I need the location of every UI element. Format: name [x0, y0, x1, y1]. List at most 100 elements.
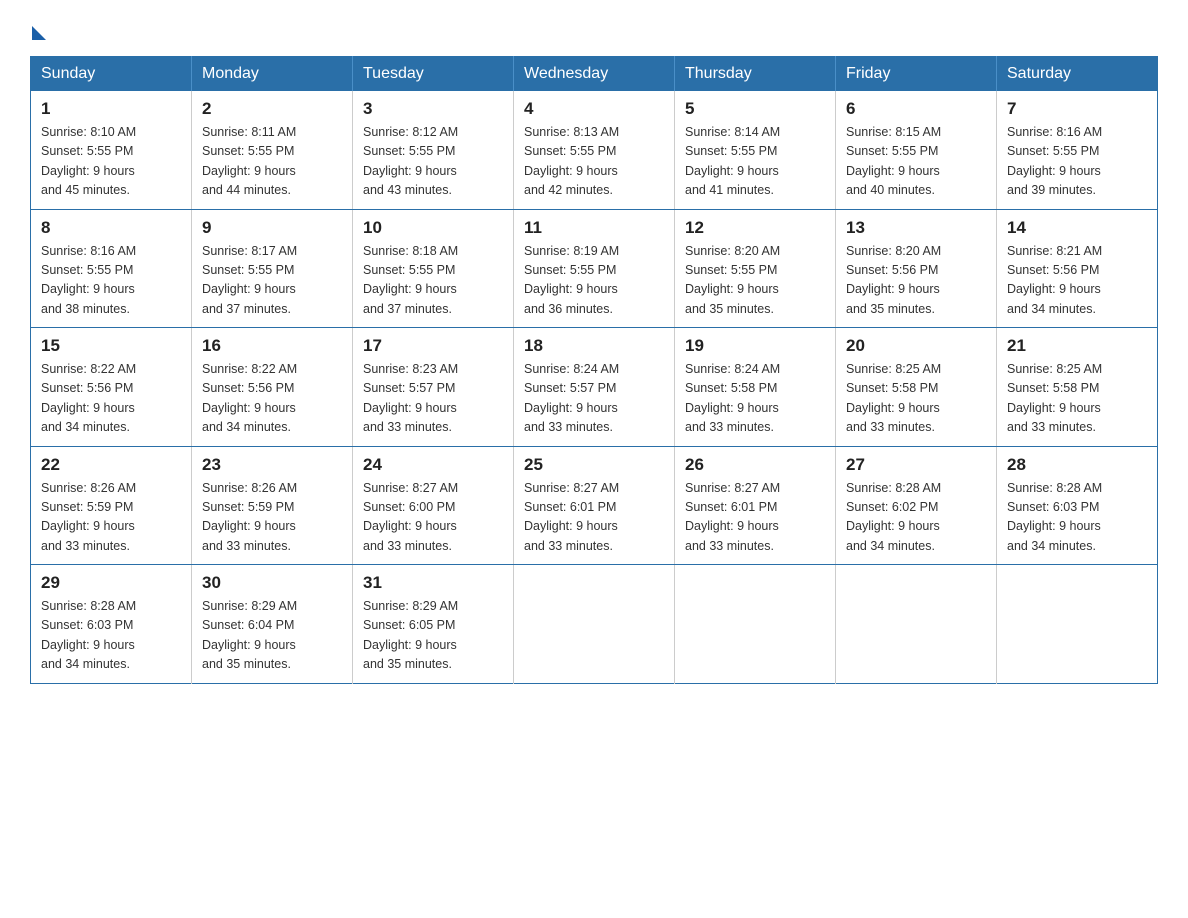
- day-cell-12: 12Sunrise: 8:20 AMSunset: 5:55 PMDayligh…: [675, 209, 836, 328]
- page-header: [30, 20, 1158, 36]
- logo: [30, 20, 46, 36]
- day-number: 29: [41, 573, 181, 593]
- day-info: Sunrise: 8:19 AMSunset: 5:55 PMDaylight:…: [524, 242, 664, 320]
- day-info: Sunrise: 8:27 AMSunset: 6:01 PMDaylight:…: [685, 479, 825, 557]
- day-info: Sunrise: 8:28 AMSunset: 6:02 PMDaylight:…: [846, 479, 986, 557]
- week-row-0: 1 Sunrise: 8:10 AMSunset: 5:55 PMDaylight…: [31, 91, 1158, 209]
- day-info: Sunrise: 8:28 AMSunset: 6:03 PMDaylight:…: [1007, 479, 1147, 557]
- day-cell-10: 10Sunrise: 8:18 AMSunset: 5:55 PMDayligh…: [353, 209, 514, 328]
- day-info: Sunrise: 8:23 AMSunset: 5:57 PMDaylight:…: [363, 360, 503, 438]
- day-number: 30: [202, 573, 342, 593]
- day-info: Sunrise: 8:24 AMSunset: 5:57 PMDaylight:…: [524, 360, 664, 438]
- day-number: 23: [202, 455, 342, 475]
- empty-cell: [997, 565, 1158, 684]
- day-number: 5: [685, 99, 825, 119]
- day-number: 20: [846, 336, 986, 356]
- day-info: Sunrise: 8:25 AMSunset: 5:58 PMDaylight:…: [1007, 360, 1147, 438]
- day-cell-28: 28 Sunrise: 8:28 AMSunset: 6:03 PMDayligh…: [997, 446, 1158, 565]
- day-cell-20: 20 Sunrise: 8:25 AMSunset: 5:58 PMDayligh…: [836, 328, 997, 447]
- day-cell-24: 24 Sunrise: 8:27 AMSunset: 6:00 PMDayligh…: [353, 446, 514, 565]
- day-info: Sunrise: 8:27 AMSunset: 6:00 PMDaylight:…: [363, 479, 503, 557]
- day-cell-4: 4 Sunrise: 8:13 AMSunset: 5:55 PMDaylight…: [514, 91, 675, 209]
- day-cell-3: 3Sunrise: 8:12 AMSunset: 5:55 PMDaylight…: [353, 91, 514, 209]
- day-number: 11: [524, 218, 664, 238]
- day-info: Sunrise: 8:29 AMSunset: 6:04 PMDaylight:…: [202, 597, 342, 675]
- day-cell-15: 15 Sunrise: 8:22 AMSunset: 5:56 PMDayligh…: [31, 328, 192, 447]
- day-info: Sunrise: 8:29 AMSunset: 6:05 PMDaylight:…: [363, 597, 503, 675]
- day-cell-29: 29Sunrise: 8:28 AMSunset: 6:03 PMDayligh…: [31, 565, 192, 684]
- day-number: 12: [685, 218, 825, 238]
- day-number: 13: [846, 218, 986, 238]
- day-number: 7: [1007, 99, 1147, 119]
- day-info: Sunrise: 8:15 AMSunset: 5:55 PMDaylight:…: [846, 123, 986, 201]
- day-info: Sunrise: 8:20 AMSunset: 5:56 PMDaylight:…: [846, 242, 986, 320]
- day-cell-8: 8 Sunrise: 8:16 AMSunset: 5:55 PMDaylight…: [31, 209, 192, 328]
- day-info: Sunrise: 8:26 AMSunset: 5:59 PMDaylight:…: [41, 479, 181, 557]
- day-info: Sunrise: 8:22 AMSunset: 5:56 PMDaylight:…: [41, 360, 181, 438]
- empty-cell: [675, 565, 836, 684]
- day-number: 27: [846, 455, 986, 475]
- empty-cell: [514, 565, 675, 684]
- day-number: 15: [41, 336, 181, 356]
- day-info: Sunrise: 8:14 AMSunset: 5:55 PMDaylight:…: [685, 123, 825, 201]
- day-number: 18: [524, 336, 664, 356]
- day-info: Sunrise: 8:13 AMSunset: 5:55 PMDaylight:…: [524, 123, 664, 201]
- day-cell-5: 5 Sunrise: 8:14 AMSunset: 5:55 PMDaylight…: [675, 91, 836, 209]
- day-info: Sunrise: 8:11 AMSunset: 5:55 PMDaylight:…: [202, 123, 342, 201]
- week-row-3: 22 Sunrise: 8:26 AMSunset: 5:59 PMDayligh…: [31, 446, 1158, 565]
- day-number: 8: [41, 218, 181, 238]
- day-number: 22: [41, 455, 181, 475]
- day-info: Sunrise: 8:27 AMSunset: 6:01 PMDaylight:…: [524, 479, 664, 557]
- day-cell-21: 21 Sunrise: 8:25 AMSunset: 5:58 PMDayligh…: [997, 328, 1158, 447]
- day-cell-22: 22 Sunrise: 8:26 AMSunset: 5:59 PMDayligh…: [31, 446, 192, 565]
- day-number: 28: [1007, 455, 1147, 475]
- day-number: 10: [363, 218, 503, 238]
- day-cell-18: 18 Sunrise: 8:24 AMSunset: 5:57 PMDayligh…: [514, 328, 675, 447]
- header-sunday: Sunday: [31, 57, 192, 92]
- day-number: 21: [1007, 336, 1147, 356]
- day-number: 6: [846, 99, 986, 119]
- week-row-4: 29Sunrise: 8:28 AMSunset: 6:03 PMDayligh…: [31, 565, 1158, 684]
- day-cell-25: 25 Sunrise: 8:27 AMSunset: 6:01 PMDayligh…: [514, 446, 675, 565]
- week-row-2: 15 Sunrise: 8:22 AMSunset: 5:56 PMDayligh…: [31, 328, 1158, 447]
- day-info: Sunrise: 8:12 AMSunset: 5:55 PMDaylight:…: [363, 123, 503, 201]
- day-info: Sunrise: 8:24 AMSunset: 5:58 PMDaylight:…: [685, 360, 825, 438]
- day-cell-9: 9Sunrise: 8:17 AMSunset: 5:55 PMDaylight…: [192, 209, 353, 328]
- day-cell-1: 1 Sunrise: 8:10 AMSunset: 5:55 PMDaylight…: [31, 91, 192, 209]
- calendar-table: SundayMondayTuesdayWednesdayThursdayFrid…: [30, 56, 1158, 684]
- day-number: 2: [202, 99, 342, 119]
- day-number: 4: [524, 99, 664, 119]
- day-cell-14: 14 Sunrise: 8:21 AMSunset: 5:56 PMDayligh…: [997, 209, 1158, 328]
- day-info: Sunrise: 8:16 AMSunset: 5:55 PMDaylight:…: [41, 242, 181, 320]
- day-info: Sunrise: 8:25 AMSunset: 5:58 PMDaylight:…: [846, 360, 986, 438]
- week-row-1: 8 Sunrise: 8:16 AMSunset: 5:55 PMDaylight…: [31, 209, 1158, 328]
- header-tuesday: Tuesday: [353, 57, 514, 92]
- header-monday: Monday: [192, 57, 353, 92]
- day-cell-11: 11 Sunrise: 8:19 AMSunset: 5:55 PMDayligh…: [514, 209, 675, 328]
- day-number: 17: [363, 336, 503, 356]
- day-cell-19: 19 Sunrise: 8:24 AMSunset: 5:58 PMDayligh…: [675, 328, 836, 447]
- logo-arrow-icon: [32, 26, 46, 40]
- day-cell-7: 7Sunrise: 8:16 AMSunset: 5:55 PMDaylight…: [997, 91, 1158, 209]
- day-number: 9: [202, 218, 342, 238]
- header-wednesday: Wednesday: [514, 57, 675, 92]
- day-number: 31: [363, 573, 503, 593]
- day-cell-13: 13 Sunrise: 8:20 AMSunset: 5:56 PMDayligh…: [836, 209, 997, 328]
- calendar-header-row: SundayMondayTuesdayWednesdayThursdayFrid…: [31, 57, 1158, 92]
- day-cell-6: 6 Sunrise: 8:15 AMSunset: 5:55 PMDaylight…: [836, 91, 997, 209]
- day-info: Sunrise: 8:26 AMSunset: 5:59 PMDaylight:…: [202, 479, 342, 557]
- day-cell-27: 27 Sunrise: 8:28 AMSunset: 6:02 PMDayligh…: [836, 446, 997, 565]
- day-number: 14: [1007, 218, 1147, 238]
- day-number: 19: [685, 336, 825, 356]
- day-number: 24: [363, 455, 503, 475]
- day-info: Sunrise: 8:21 AMSunset: 5:56 PMDaylight:…: [1007, 242, 1147, 320]
- header-saturday: Saturday: [997, 57, 1158, 92]
- header-friday: Friday: [836, 57, 997, 92]
- day-number: 16: [202, 336, 342, 356]
- day-number: 25: [524, 455, 664, 475]
- day-number: 26: [685, 455, 825, 475]
- empty-cell: [836, 565, 997, 684]
- day-info: Sunrise: 8:22 AMSunset: 5:56 PMDaylight:…: [202, 360, 342, 438]
- day-number: 1: [41, 99, 181, 119]
- day-info: Sunrise: 8:10 AMSunset: 5:55 PMDaylight:…: [41, 123, 181, 201]
